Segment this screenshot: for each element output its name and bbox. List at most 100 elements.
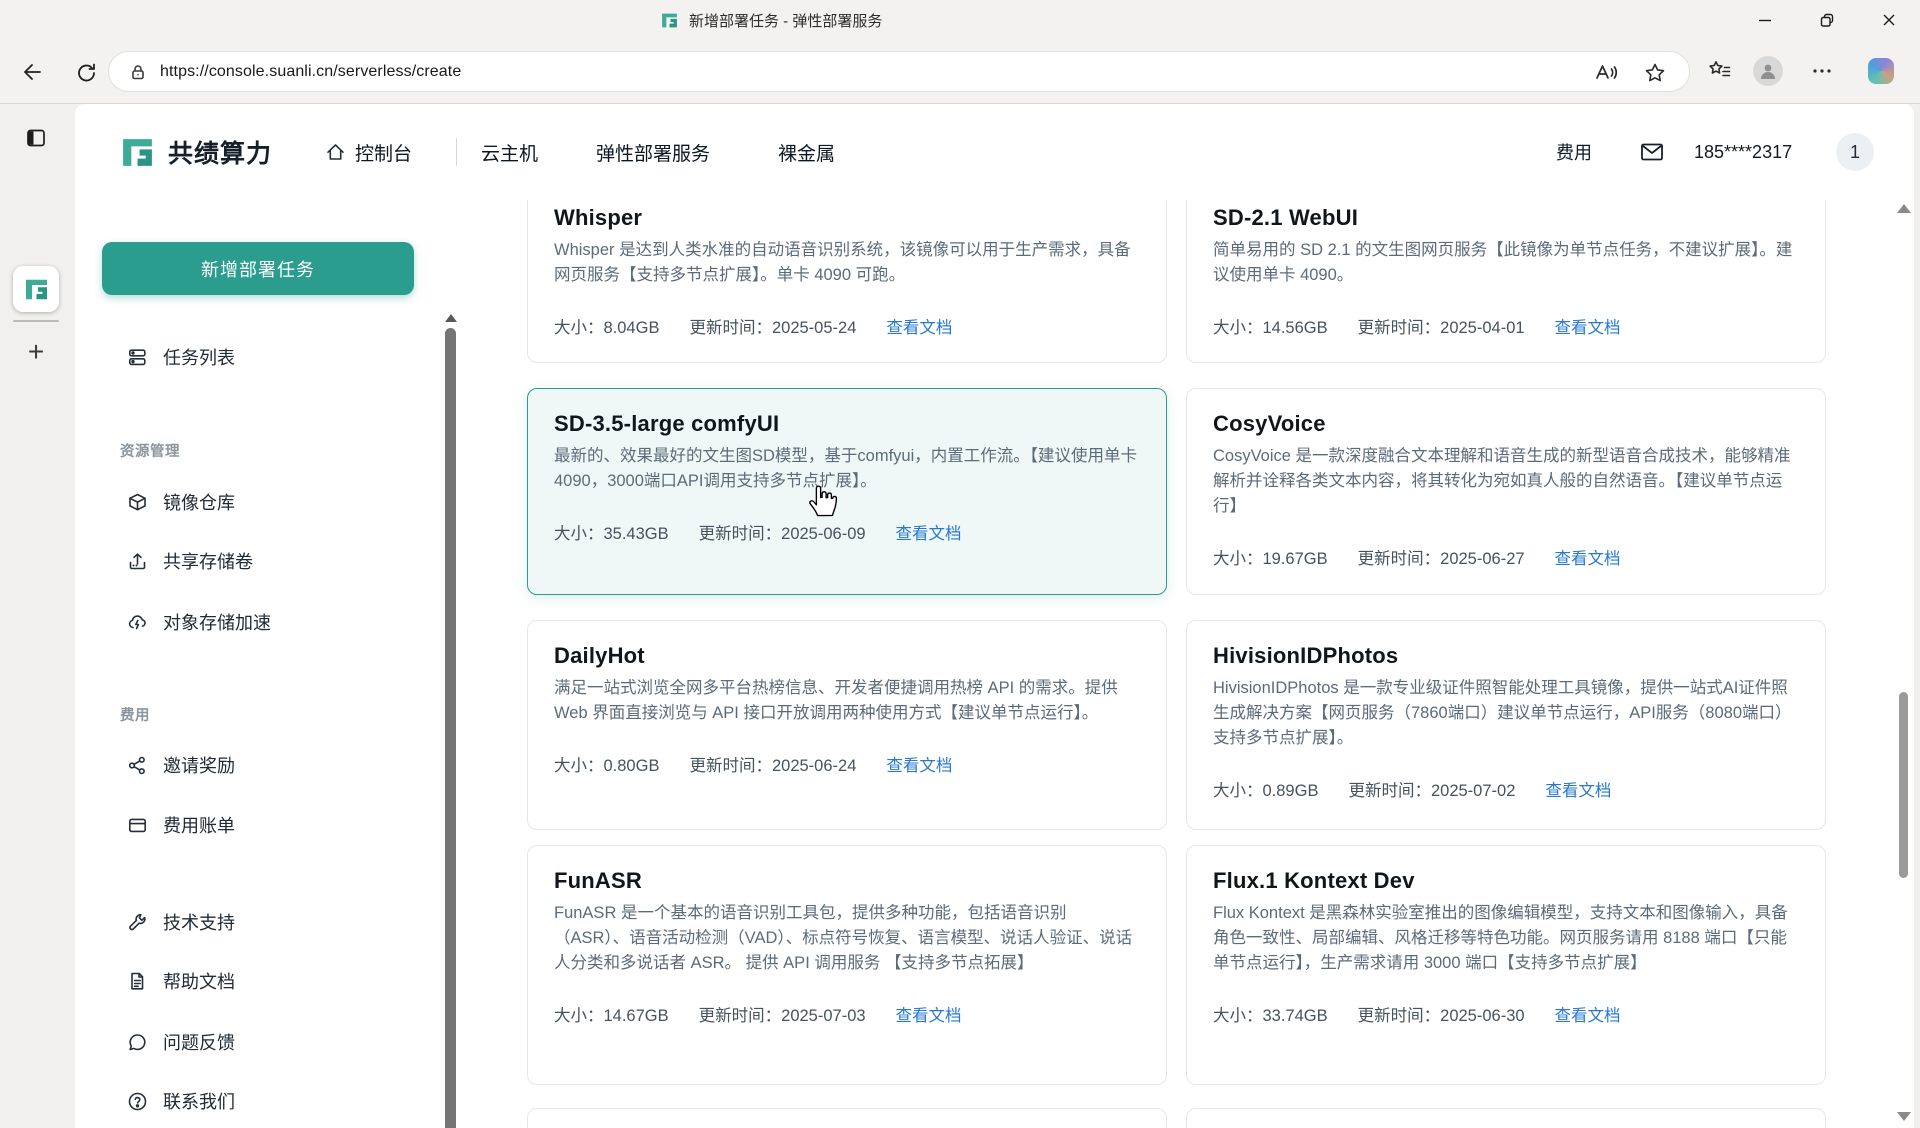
image-card[interactable]: WhisperWhisper 是达到人类水准的自动语音识别系统，该镜像可以用于生…: [527, 200, 1167, 363]
new-deploy-task-button[interactable]: 新增部署任务: [102, 242, 414, 295]
view-docs-link[interactable]: 查看文档: [896, 1002, 962, 1026]
partial-card[interactable]: [527, 1108, 1167, 1128]
favorite-star-button[interactable]: [1641, 59, 1669, 87]
sidebar-item-1-0[interactable]: 镜像仓库: [127, 485, 235, 519]
image-card[interactable]: SD-3.5-large comfyUI最新的、效果最好的文生图SD模型，基于c…: [527, 388, 1167, 595]
view-docs-link[interactable]: 查看文档: [1545, 777, 1611, 801]
url-text[interactable]: https://console.suanli.cn/serverless/cre…: [160, 63, 461, 81]
sidebar-scroll-up-arrow[interactable]: [445, 314, 457, 322]
sidebar-item-label: 费用账单: [163, 812, 235, 838]
read-aloud-button[interactable]: [1593, 59, 1621, 87]
sidebar-item-2-0[interactable]: 邀请奖励: [127, 748, 235, 782]
view-docs-link[interactable]: 查看文档: [886, 752, 952, 776]
window-title-text: 新增部署任务 - 弹性部署服务: [689, 10, 882, 31]
favorites-bar-button[interactable]: [1706, 57, 1734, 85]
image-card[interactable]: DailyHot满足一站式浏览全网多平台热榜信息、开发者便捷调用热榜 API 的…: [527, 620, 1167, 830]
tab-actions-button[interactable]: [22, 124, 50, 152]
sidebar-item-1-1[interactable]: 共享存储卷: [127, 544, 253, 578]
sidebar-scrollbar-thumb[interactable]: [445, 328, 456, 1128]
ellipsis-icon: [1810, 59, 1834, 83]
restore-button[interactable]: [1796, 0, 1858, 40]
image-card[interactable]: HivisionIDPhotos HivisionIDPhotos 是一款专业级证…: [1186, 620, 1826, 830]
chat-icon: [127, 1032, 148, 1053]
view-docs-link[interactable]: 查看文档: [1555, 314, 1621, 338]
favorites-list-icon: [1707, 58, 1733, 84]
active-tab-tile[interactable]: [13, 266, 59, 312]
card-size: 大小：19.67GB: [1213, 545, 1328, 569]
refresh-button[interactable]: [72, 58, 100, 86]
wrench-icon: [127, 912, 148, 933]
card-updated: 更新时间：2025-06-27: [1358, 545, 1525, 569]
image-card[interactable]: Flux.1 Kontext DevFlux Kontext 是黑森林实验室推出…: [1186, 845, 1826, 1085]
back-button[interactable]: [18, 58, 46, 86]
close-icon: [1879, 10, 1899, 30]
back-arrow-icon: [20, 60, 44, 84]
nav-item-2[interactable]: 云主机: [481, 104, 538, 200]
address-bar[interactable]: https://console.suanli.cn/serverless/cre…: [108, 51, 1690, 92]
partial-card[interactable]: [1186, 1108, 1826, 1128]
sidebar-item-3-2[interactable]: 问题反馈: [127, 1025, 235, 1059]
lock-icon: [128, 62, 148, 82]
card-meta: 大小：19.67GB 更新时间：2025-06-27 查看文档: [1213, 545, 1799, 569]
tab-panel-icon: [25, 127, 47, 149]
cloud-bolt-icon: [127, 612, 148, 633]
sidebar: 新增部署任务 任务列表资源管理镜像仓库共享存储卷对象存储加速费用邀请奖励费用账单…: [75, 200, 460, 1128]
image-card[interactable]: FunASRFunASR 是一个基本的语音识别工具包，提供多种功能，包括语音识别…: [527, 845, 1167, 1085]
read-aloud-icon: [1594, 61, 1620, 85]
card-size: 大小：33.74GB: [1213, 1002, 1328, 1026]
card-title: HivisionIDPhotos: [1213, 643, 1799, 669]
card-title: DailyHot: [554, 643, 1140, 669]
view-docs-link[interactable]: 查看文档: [1555, 545, 1621, 569]
sidebar-item-2-1[interactable]: 费用账单: [127, 808, 235, 842]
page-scrollbar-thumb[interactable]: [1899, 692, 1908, 878]
copilot-button[interactable]: [1868, 58, 1894, 84]
account-phone[interactable]: 185****2317: [1694, 104, 1792, 200]
brand[interactable]: 共绩算力: [119, 104, 272, 200]
card-size: 大小：0.89GB: [1213, 777, 1318, 801]
settings-more-button[interactable]: [1808, 57, 1836, 85]
new-tab-button[interactable]: +: [20, 336, 52, 368]
minimize-button[interactable]: [1734, 0, 1796, 40]
restore-icon: [1817, 10, 1837, 30]
credit-card-icon: [127, 815, 148, 836]
card-description: HivisionIDPhotos 是一款专业级证件照智能处理工具镜像，提供一站式…: [1213, 676, 1799, 751]
mail-button[interactable]: [1639, 104, 1665, 200]
card-title: CosyVoice: [1213, 411, 1799, 437]
sidebar-item-1-2[interactable]: 对象存储加速: [127, 605, 271, 639]
sidebar-item-label: 镜像仓库: [163, 489, 235, 515]
nav-divider: [456, 138, 457, 166]
site-favicon: [660, 11, 679, 30]
card-updated: 更新时间：2025-04-01: [1358, 314, 1525, 338]
view-docs-link[interactable]: 查看文档: [1555, 1002, 1621, 1026]
view-docs-link[interactable]: 查看文档: [896, 520, 962, 544]
site-logo-icon: [23, 276, 50, 303]
page-scroll-up-arrow[interactable]: [1897, 204, 1911, 213]
sidebar-item-3-1[interactable]: 帮助文档: [127, 964, 235, 998]
sidebar-section-header: 资源管理: [120, 440, 180, 460]
image-card-list: WhisperWhisper 是达到人类水准的自动语音识别系统，该镜像可以用于生…: [460, 200, 1895, 1128]
image-card[interactable]: CosyVoiceCosyVoice 是一款深度融合文本理解和语音生成的新型语音…: [1186, 388, 1826, 595]
sidebar-item-3-3[interactable]: 联系我们: [127, 1084, 235, 1118]
window-titlebar: 新增部署任务 - 弹性部署服务: [0, 0, 1920, 40]
sidebar-item-0-0[interactable]: 任务列表: [127, 340, 235, 374]
server-list-icon: [127, 347, 148, 368]
close-button[interactable]: [1858, 0, 1920, 40]
profile-avatar[interactable]: [1753, 56, 1783, 86]
fee-link[interactable]: 费用: [1556, 104, 1592, 200]
card-title: FunASR: [554, 868, 1140, 894]
view-docs-link[interactable]: 查看文档: [886, 314, 952, 338]
card-meta: 大小：14.67GB更新时间：2025-07-03查看文档: [554, 1002, 1140, 1026]
card-title: Whisper: [554, 205, 1140, 231]
card-title: SD-3.5-large comfyUI: [554, 411, 1140, 437]
sidebar-item-3-0[interactable]: 技术支持: [127, 905, 235, 939]
user-avatar-badge[interactable]: 1: [1836, 133, 1874, 171]
nav-item-1[interactable]: 控制台: [325, 104, 412, 200]
copilot-icon: [1868, 58, 1894, 84]
image-card[interactable]: SD-2.1 WebUI简单易用的 SD 2.1 的文生图网页服务【此镜像为单节…: [1186, 200, 1826, 363]
tab-divider: [13, 320, 59, 322]
card-title: SD-2.1 WebUI: [1213, 205, 1799, 231]
nav-item-3[interactable]: 弹性部署服务: [596, 104, 710, 200]
nav-item-4[interactable]: 裸金属: [778, 104, 835, 200]
page-scroll-down-arrow[interactable]: [1897, 1112, 1911, 1121]
window-title: 新增部署任务 - 弹性部署服务: [660, 0, 882, 40]
